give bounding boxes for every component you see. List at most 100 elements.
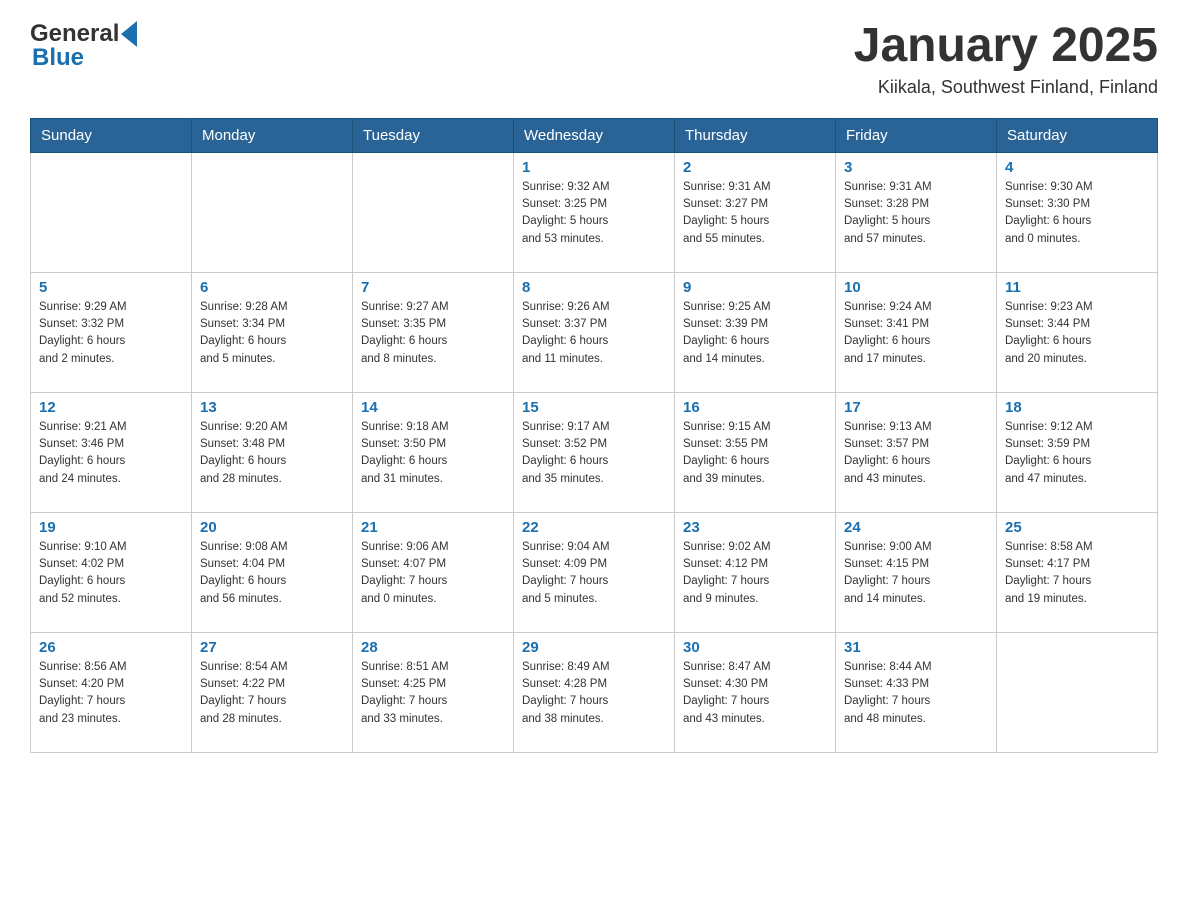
calendar-week-1: 1Sunrise: 9:32 AM Sunset: 3:25 PM Daylig… (31, 152, 1158, 272)
day-info: Sunrise: 8:58 AM Sunset: 4:17 PM Dayligh… (1005, 539, 1149, 608)
calendar-cell: 4 Sunrise: 9:30 AM Sunset: 3:30 PM Daylig… (997, 152, 1158, 272)
calendar-cell: 18 Sunrise: 9:12 AM Sunset: 3:59 PM Dayli… (997, 392, 1158, 512)
calendar-cell: 12 Sunrise: 9:21 AM Sunset: 3:46 PM Dayli… (31, 392, 192, 512)
calendar-cell (31, 152, 192, 272)
day-number: 13 (200, 399, 344, 416)
page-subtitle: Kiikala, Southwest Finland, Finland (854, 77, 1158, 98)
day-number: 18 (1005, 399, 1149, 416)
calendar-week-3: 12 Sunrise: 9:21 AM Sunset: 3:46 PM Dayli… (31, 392, 1158, 512)
day-number: 12 (39, 399, 183, 416)
day-number: 9 (683, 279, 827, 296)
page-header: General Blue January 2025 Kiikala, South… (30, 20, 1158, 98)
day-number: 19 (39, 519, 183, 536)
calendar-cell: 22 Sunrise: 9:04 AM Sunset: 4:09 PM Dayli… (514, 512, 675, 632)
calendar-cell (997, 632, 1158, 752)
calendar-cell: 31Sunrise: 8:44 AM Sunset: 4:33 PM Dayli… (836, 632, 997, 752)
day-header-wednesday: Wednesday (514, 118, 675, 152)
day-number: 15 (522, 399, 666, 416)
day-info: Sunrise: 8:54 AM Sunset: 4:22 PM Dayligh… (200, 659, 344, 728)
logo: General Blue (30, 20, 137, 72)
day-header-tuesday: Tuesday (353, 118, 514, 152)
day-info: Sunrise: 9:02 AM Sunset: 4:12 PM Dayligh… (683, 539, 827, 608)
calendar-cell: 6 Sunrise: 9:28 AM Sunset: 3:34 PM Daylig… (192, 272, 353, 392)
day-info: Sunrise: 9:24 AM Sunset: 3:41 PM Dayligh… (844, 299, 988, 368)
day-info: Sunrise: 9:12 AM Sunset: 3:59 PM Dayligh… (1005, 419, 1149, 488)
calendar-cell: 3Sunrise: 9:31 AM Sunset: 3:28 PM Daylig… (836, 152, 997, 272)
day-header-saturday: Saturday (997, 118, 1158, 152)
calendar-cell: 1Sunrise: 9:32 AM Sunset: 3:25 PM Daylig… (514, 152, 675, 272)
day-number: 17 (844, 399, 988, 416)
calendar-cell (192, 152, 353, 272)
day-number: 28 (361, 639, 505, 656)
page-title: January 2025 (854, 20, 1158, 73)
day-number: 21 (361, 519, 505, 536)
day-header-monday: Monday (192, 118, 353, 152)
calendar-cell: 17Sunrise: 9:13 AM Sunset: 3:57 PM Dayli… (836, 392, 997, 512)
day-info: Sunrise: 9:20 AM Sunset: 3:48 PM Dayligh… (200, 419, 344, 488)
day-number: 10 (844, 279, 988, 296)
day-info: Sunrise: 9:31 AM Sunset: 3:27 PM Dayligh… (683, 179, 827, 248)
day-number: 2 (683, 159, 827, 176)
day-number: 24 (844, 519, 988, 536)
calendar-week-2: 5 Sunrise: 9:29 AM Sunset: 3:32 PM Daylig… (31, 272, 1158, 392)
calendar-cell (353, 152, 514, 272)
calendar-cell: 7 Sunrise: 9:27 AM Sunset: 3:35 PM Daylig… (353, 272, 514, 392)
calendar-table: SundayMondayTuesdayWednesdayThursdayFrid… (30, 118, 1158, 753)
calendar-cell: 30 Sunrise: 8:47 AM Sunset: 4:30 PM Dayli… (675, 632, 836, 752)
day-info: Sunrise: 9:04 AM Sunset: 4:09 PM Dayligh… (522, 539, 666, 608)
day-info: Sunrise: 9:28 AM Sunset: 3:34 PM Dayligh… (200, 299, 344, 368)
calendar-cell: 28 Sunrise: 8:51 AM Sunset: 4:25 PM Dayli… (353, 632, 514, 752)
calendar-cell: 24 Sunrise: 9:00 AM Sunset: 4:15 PM Dayli… (836, 512, 997, 632)
day-number: 31 (844, 639, 988, 656)
calendar-cell: 19 Sunrise: 9:10 AM Sunset: 4:02 PM Dayli… (31, 512, 192, 632)
day-number: 8 (522, 279, 666, 296)
day-number: 23 (683, 519, 827, 536)
calendar-cell: 29 Sunrise: 8:49 AM Sunset: 4:28 PM Dayli… (514, 632, 675, 752)
day-info: Sunrise: 9:21 AM Sunset: 3:46 PM Dayligh… (39, 419, 183, 488)
day-header-friday: Friday (836, 118, 997, 152)
day-number: 29 (522, 639, 666, 656)
calendar-cell: 26Sunrise: 8:56 AM Sunset: 4:20 PM Dayli… (31, 632, 192, 752)
day-info: Sunrise: 9:29 AM Sunset: 3:32 PM Dayligh… (39, 299, 183, 368)
day-info: Sunrise: 8:49 AM Sunset: 4:28 PM Dayligh… (522, 659, 666, 728)
calendar-cell: 15 Sunrise: 9:17 AM Sunset: 3:52 PM Dayli… (514, 392, 675, 512)
calendar-cell: 13 Sunrise: 9:20 AM Sunset: 3:48 PM Dayli… (192, 392, 353, 512)
day-number: 22 (522, 519, 666, 536)
calendar-cell: 11 Sunrise: 9:23 AM Sunset: 3:44 PM Dayli… (997, 272, 1158, 392)
day-info: Sunrise: 9:32 AM Sunset: 3:25 PM Dayligh… (522, 179, 666, 248)
day-number: 6 (200, 279, 344, 296)
calendar-cell: 20Sunrise: 9:08 AM Sunset: 4:04 PM Dayli… (192, 512, 353, 632)
day-info: Sunrise: 9:06 AM Sunset: 4:07 PM Dayligh… (361, 539, 505, 608)
calendar-cell: 10 Sunrise: 9:24 AM Sunset: 3:41 PM Dayli… (836, 272, 997, 392)
calendar-week-5: 26Sunrise: 8:56 AM Sunset: 4:20 PM Dayli… (31, 632, 1158, 752)
day-info: Sunrise: 9:25 AM Sunset: 3:39 PM Dayligh… (683, 299, 827, 368)
calendar-cell: 2 Sunrise: 9:31 AM Sunset: 3:27 PM Daylig… (675, 152, 836, 272)
day-number: 5 (39, 279, 183, 296)
day-info: Sunrise: 8:51 AM Sunset: 4:25 PM Dayligh… (361, 659, 505, 728)
day-number: 30 (683, 639, 827, 656)
calendar-cell: 25 Sunrise: 8:58 AM Sunset: 4:17 PM Dayli… (997, 512, 1158, 632)
calendar-cell: 5 Sunrise: 9:29 AM Sunset: 3:32 PM Daylig… (31, 272, 192, 392)
day-info: Sunrise: 9:30 AM Sunset: 3:30 PM Dayligh… (1005, 179, 1149, 248)
day-info: Sunrise: 9:10 AM Sunset: 4:02 PM Dayligh… (39, 539, 183, 608)
day-number: 14 (361, 399, 505, 416)
calendar-cell: 27Sunrise: 8:54 AM Sunset: 4:22 PM Dayli… (192, 632, 353, 752)
day-info: Sunrise: 8:47 AM Sunset: 4:30 PM Dayligh… (683, 659, 827, 728)
day-info: Sunrise: 9:08 AM Sunset: 4:04 PM Dayligh… (200, 539, 344, 608)
day-info: Sunrise: 9:00 AM Sunset: 4:15 PM Dayligh… (844, 539, 988, 608)
day-info: Sunrise: 9:17 AM Sunset: 3:52 PM Dayligh… (522, 419, 666, 488)
calendar-cell: 14Sunrise: 9:18 AM Sunset: 3:50 PM Dayli… (353, 392, 514, 512)
day-info: Sunrise: 9:23 AM Sunset: 3:44 PM Dayligh… (1005, 299, 1149, 368)
day-number: 7 (361, 279, 505, 296)
calendar-week-4: 19 Sunrise: 9:10 AM Sunset: 4:02 PM Dayli… (31, 512, 1158, 632)
calendar-cell: 8Sunrise: 9:26 AM Sunset: 3:37 PM Daylig… (514, 272, 675, 392)
calendar-cell: 16Sunrise: 9:15 AM Sunset: 3:55 PM Dayli… (675, 392, 836, 512)
day-number: 4 (1005, 159, 1149, 176)
day-number: 25 (1005, 519, 1149, 536)
day-info: Sunrise: 9:31 AM Sunset: 3:28 PM Dayligh… (844, 179, 988, 248)
calendar-cell: 21 Sunrise: 9:06 AM Sunset: 4:07 PM Dayli… (353, 512, 514, 632)
day-number: 11 (1005, 279, 1149, 296)
day-header-sunday: Sunday (31, 118, 192, 152)
day-info: Sunrise: 9:27 AM Sunset: 3:35 PM Dayligh… (361, 299, 505, 368)
title-block: January 2025 Kiikala, Southwest Finland,… (854, 20, 1158, 98)
